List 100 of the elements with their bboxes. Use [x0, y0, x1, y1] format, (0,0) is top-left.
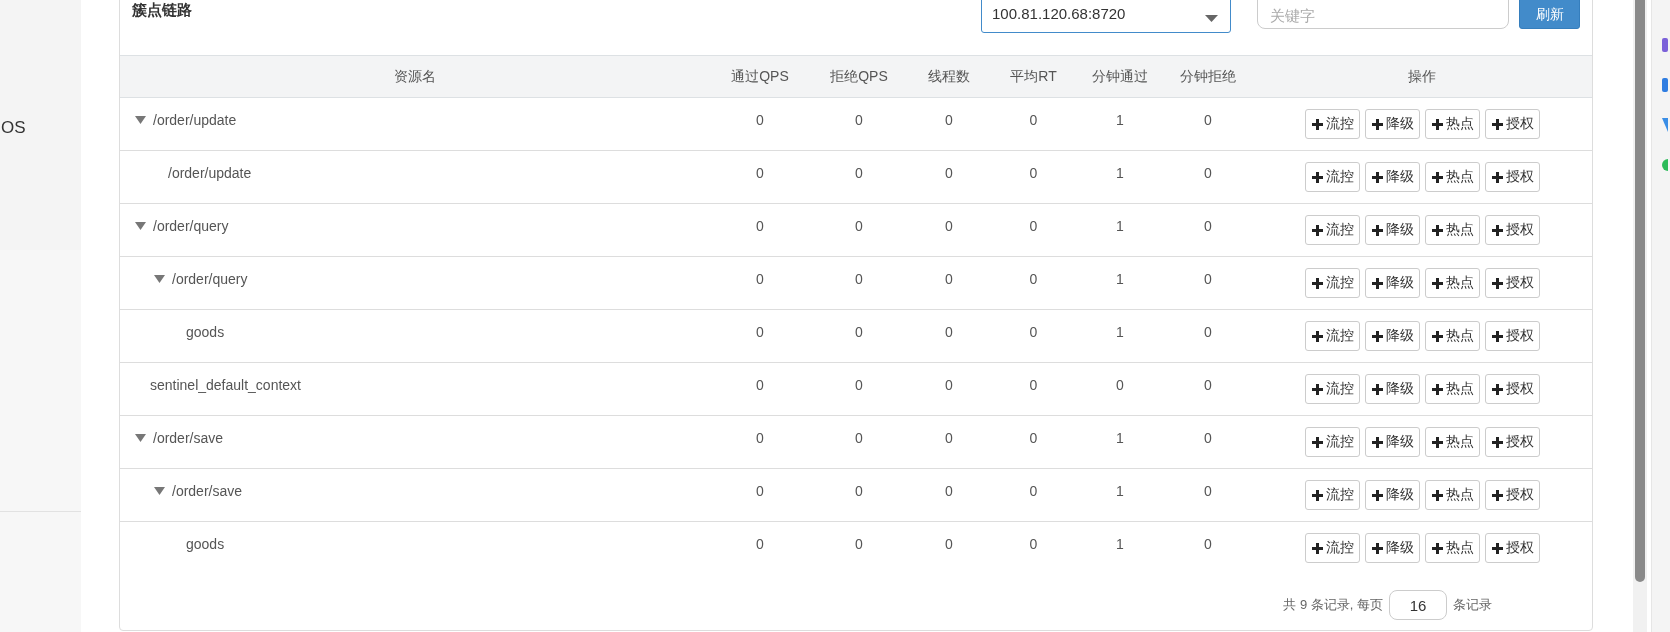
plus-icon [1431, 277, 1443, 289]
expanded-triangle-icon[interactable] [154, 275, 165, 283]
action-button[interactable]: 热点 [1424, 215, 1480, 245]
resource-name: /order/query [172, 271, 248, 287]
action-button[interactable]: 降级 [1364, 162, 1420, 192]
action-button[interactable]: 授权 [1484, 215, 1540, 245]
app-icon[interactable] [1660, 78, 1668, 92]
plus-icon [1371, 118, 1383, 130]
plus-icon [1491, 489, 1503, 501]
action-button[interactable]: 流控 [1304, 480, 1360, 510]
table-cell: 0 [1204, 377, 1212, 393]
action-button[interactable]: 降级 [1364, 374, 1420, 404]
column-header: 通过QPS [731, 67, 789, 86]
action-button[interactable]: 降级 [1364, 215, 1420, 245]
action-button[interactable]: 流控 [1304, 427, 1360, 457]
action-button[interactable]: 授权 [1484, 533, 1540, 563]
page-size-field[interactable]: 16 [1389, 590, 1447, 620]
table-cell: 0 [855, 430, 863, 446]
refresh-button[interactable]: 刷新 [1519, 0, 1580, 29]
plus-icon [1371, 330, 1383, 342]
scrollbar-thumb[interactable] [1635, 0, 1645, 582]
table-cell: 0 [1029, 271, 1038, 287]
plus-icon [1431, 224, 1443, 236]
expanded-triangle-icon[interactable] [135, 434, 146, 442]
action-button[interactable]: 授权 [1484, 321, 1540, 351]
plus-icon [1431, 542, 1443, 554]
action-button[interactable]: 降级 [1364, 109, 1420, 139]
action-button[interactable]: 热点 [1424, 374, 1480, 404]
plus-icon [1431, 436, 1443, 448]
action-button[interactable]: 降级 [1364, 268, 1420, 298]
plus-icon [1311, 436, 1323, 448]
plus-icon [1491, 277, 1503, 289]
plus-icon [1311, 171, 1323, 183]
action-button[interactable]: 授权 [1484, 268, 1540, 298]
expanded-triangle-icon[interactable] [154, 487, 165, 495]
plus-icon [1371, 383, 1383, 395]
table-cell: 0 [945, 483, 953, 499]
table-cell: 1 [1116, 165, 1124, 181]
table-cell: 0 [1204, 536, 1212, 552]
app-icon[interactable] [1660, 118, 1668, 132]
resource-name: /order/query [153, 218, 229, 234]
table-cell: 0 [855, 377, 863, 393]
plus-icon [1431, 171, 1443, 183]
action-button[interactable]: 降级 [1364, 321, 1420, 351]
expanded-triangle-icon[interactable] [135, 116, 146, 124]
table-cell: 0 [855, 165, 863, 181]
app-icon[interactable] [1660, 158, 1668, 172]
action-button[interactable]: 热点 [1424, 268, 1480, 298]
table-cell: 0 [1029, 165, 1038, 181]
action-button[interactable]: 降级 [1364, 480, 1420, 510]
machine-select[interactable]: 100.81.120.68:8720 [981, 0, 1231, 33]
action-button[interactable]: 授权 [1484, 162, 1540, 192]
column-header: 操作 [1408, 67, 1436, 86]
menu-item[interactable]: OS [1, 118, 26, 138]
table-cell: 1 [1116, 483, 1124, 499]
table-cell: 0 [756, 377, 764, 393]
action-button[interactable]: 热点 [1424, 480, 1480, 510]
expanded-triangle-icon[interactable] [135, 222, 146, 230]
action-button[interactable]: 热点 [1424, 427, 1480, 457]
app-icon[interactable] [1660, 38, 1668, 52]
column-header: 分钟拒绝 [1180, 67, 1236, 86]
action-button[interactable]: 流控 [1304, 162, 1360, 192]
plus-icon [1491, 330, 1503, 342]
action-button[interactable]: 流控 [1304, 533, 1360, 563]
action-button[interactable]: 热点 [1424, 162, 1480, 192]
table-cell: 0 [945, 165, 953, 181]
table-cell: 0 [1204, 483, 1212, 499]
table-cell: 0 [855, 271, 863, 287]
action-button[interactable]: 热点 [1424, 533, 1480, 563]
action-button[interactable]: 流控 [1304, 268, 1360, 298]
plus-icon [1431, 489, 1443, 501]
action-button[interactable]: 热点 [1424, 321, 1480, 351]
action-button[interactable]: 授权 [1484, 427, 1540, 457]
action-button[interactable]: 授权 [1484, 109, 1540, 139]
action-button[interactable]: 热点 [1424, 109, 1480, 139]
plus-icon [1371, 542, 1383, 554]
action-button[interactable]: 流控 [1304, 109, 1360, 139]
records-label: 条记录 [1453, 596, 1492, 614]
plus-icon [1311, 118, 1323, 130]
table-cell: 0 [756, 271, 764, 287]
table-cell: 0 [945, 271, 953, 287]
action-button[interactable]: 流控 [1304, 374, 1360, 404]
search-field[interactable]: 关键字 [1257, 0, 1509, 29]
resource-name: /order/save [153, 430, 224, 446]
action-button[interactable]: 降级 [1364, 427, 1420, 457]
action-button[interactable]: 授权 [1484, 374, 1540, 404]
action-button[interactable]: 授权 [1484, 480, 1540, 510]
table-cell: 0 [945, 536, 953, 552]
action-button[interactable]: 流控 [1304, 215, 1360, 245]
table-cell: 0 [945, 112, 953, 128]
column-header: 分钟通过 [1092, 67, 1148, 86]
action-button[interactable]: 降级 [1364, 533, 1420, 563]
table-cell: 0 [945, 430, 953, 446]
table-cell: 0 [756, 536, 764, 552]
table-cell: 0 [1029, 112, 1038, 128]
table-cell: 0 [1116, 377, 1124, 393]
panel-title: 簇点链路 [132, 1, 192, 20]
action-button[interactable]: 流控 [1304, 321, 1360, 351]
table-cell: 1 [1116, 218, 1124, 234]
table-cell: 0 [1029, 536, 1038, 552]
